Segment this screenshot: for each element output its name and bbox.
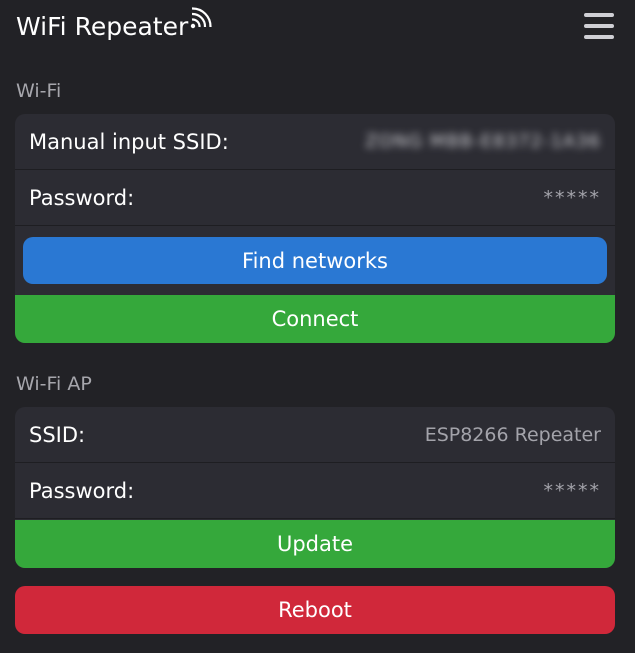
- app-title: WiFi Repeater: [16, 7, 212, 44]
- ap-ssid-value[interactable]: ESP8266 Repeater: [425, 424, 601, 446]
- update-button[interactable]: Update: [15, 520, 615, 568]
- app-title-text: WiFi Repeater: [16, 12, 189, 41]
- wifi-password-row[interactable]: Password: *****: [15, 170, 615, 226]
- wifi-password-label: Password:: [29, 185, 135, 210]
- wifi-ap-section-title: Wi-Fi AP: [16, 373, 92, 395]
- wifi-section-title: Wi-Fi: [16, 80, 62, 102]
- wifi-ap-card: SSID: ESP8266 Repeater Password: ***** U…: [15, 407, 615, 568]
- app-page: WiFi Repeater Wi-Fi Manual input SSID: Z…: [0, 0, 635, 653]
- ap-password-row[interactable]: Password: *****: [15, 463, 615, 519]
- wifi-signal-icon: [190, 4, 212, 38]
- wifi-ssid-label: Manual input SSID:: [29, 129, 229, 154]
- ap-password-value[interactable]: *****: [544, 480, 602, 502]
- hamburger-menu-icon[interactable]: [583, 12, 615, 40]
- wifi-ssid-value[interactable]: ZONG MBB-E8372-1A36: [365, 131, 601, 152]
- find-networks-button[interactable]: Find networks: [23, 237, 607, 284]
- ap-ssid-row[interactable]: SSID: ESP8266 Repeater: [15, 407, 615, 463]
- wifi-password-value[interactable]: *****: [544, 187, 602, 209]
- ap-ssid-label: SSID:: [29, 422, 86, 447]
- connect-button[interactable]: Connect: [15, 295, 615, 343]
- wifi-card: Manual input SSID: ZONG MBB-E8372-1A36 P…: [15, 114, 615, 343]
- wifi-ssid-row[interactable]: Manual input SSID: ZONG MBB-E8372-1A36: [15, 114, 615, 170]
- ap-password-label: Password:: [29, 478, 135, 503]
- reboot-button[interactable]: Reboot: [15, 586, 615, 634]
